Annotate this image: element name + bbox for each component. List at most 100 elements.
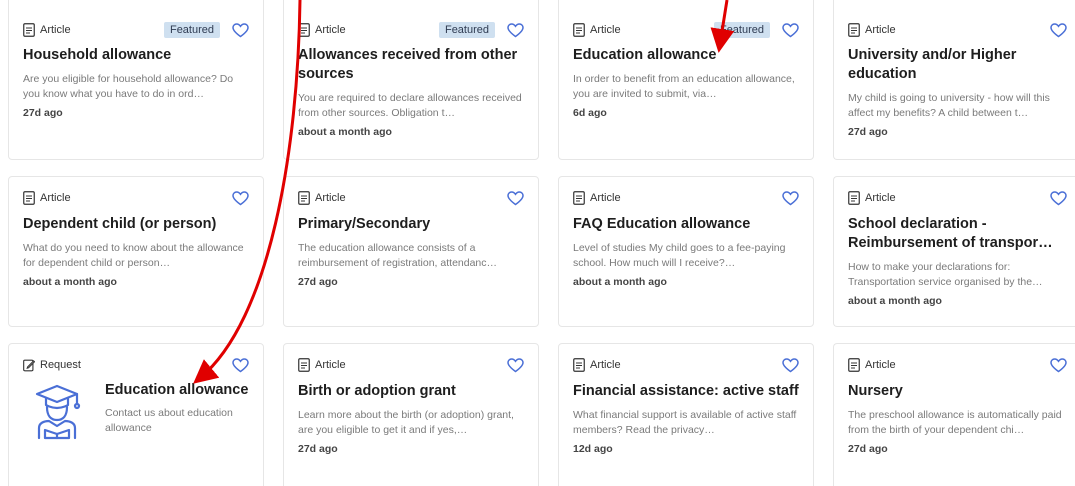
card-birth-adoption-grant[interactable]: Article Birth or adoption grant Learn mo… (283, 343, 539, 486)
card-university-higher-education[interactable]: Article University and/or Higher educati… (833, 0, 1075, 160)
card-header: Article (298, 189, 524, 207)
featured-badge: Featured (713, 22, 770, 38)
card-title[interactable]: Financial assistance: active staff (573, 382, 799, 401)
card-header: Article (848, 21, 1069, 39)
request-edit-icon (23, 358, 35, 372)
article-icon (573, 23, 585, 37)
card-header: Article (298, 356, 524, 374)
card-header: Article (848, 189, 1069, 207)
card-body: School declaration - Reimbursement of tr… (848, 215, 1069, 309)
card-primary-secondary[interactable]: Article Primary/Secondary The education … (283, 176, 539, 327)
favorite-heart-icon[interactable] (1050, 22, 1067, 38)
card-household-allowance[interactable]: Article Featured Household allowance Are… (8, 0, 264, 160)
card-type-label: Request (40, 359, 81, 371)
card-body: Household allowance Are you eligible for… (23, 46, 249, 121)
card-description: Contact us about education allowance (105, 407, 233, 434)
card-title[interactable]: Education allowance (105, 380, 249, 400)
card-title[interactable]: University and/or Higher education (848, 46, 1069, 84)
card-body: University and/or Higher education My ch… (848, 46, 1069, 140)
card-dependent-child[interactable]: Article Dependent child (or person) What… (8, 176, 264, 327)
card-grid: Article Featured Household allowance Are… (8, 0, 1075, 486)
card-type-label: Article (590, 24, 621, 36)
card-date: 27d ago (298, 443, 338, 455)
card-title[interactable]: Dependent child (or person) (23, 215, 249, 234)
card-body: Dependent child (or person) What do you … (23, 215, 249, 290)
card-type-label: Article (315, 192, 346, 204)
card-request-education-allowance[interactable]: Request Education allowance Contact us a… (8, 343, 264, 486)
card-header: Article (848, 356, 1069, 374)
article-icon (298, 191, 310, 205)
card-description: The preschool allowance is automatically… (848, 409, 1062, 436)
favorite-heart-icon[interactable] (507, 190, 524, 206)
card-date: 6d ago (573, 107, 607, 119)
request-text: Education allowance Contact us about edu… (105, 380, 249, 440)
card-school-declaration[interactable]: Article School declaration - Reimburseme… (833, 176, 1075, 327)
card-type-label: Article (315, 359, 346, 371)
card-title[interactable]: Nursery (848, 382, 1069, 401)
favorite-heart-icon[interactable] (1050, 357, 1067, 373)
card-header: Article (573, 189, 799, 207)
favorite-heart-icon[interactable] (1050, 190, 1067, 206)
card-date: about a month ago (848, 295, 942, 307)
favorite-heart-icon[interactable] (507, 22, 524, 38)
card-type-label: Article (40, 24, 71, 36)
card-body: Primary/Secondary The education allowanc… (298, 215, 524, 290)
favorite-heart-icon[interactable] (782, 190, 799, 206)
card-title[interactable]: Education allowance (573, 46, 799, 65)
card-education-allowance[interactable]: Article Featured Education allowance In … (558, 0, 814, 160)
card-description: How to make your declarations for: Trans… (848, 261, 1043, 288)
article-icon (573, 358, 585, 372)
card-type-label: Article (865, 192, 896, 204)
article-icon (573, 191, 585, 205)
card-body: Nursery The preschool allowance is autom… (848, 382, 1069, 457)
card-description: In order to benefit from an education al… (573, 73, 795, 100)
card-body: Allowances received from other sources Y… (298, 46, 524, 140)
card-date: 27d ago (848, 443, 888, 455)
favorite-heart-icon[interactable] (232, 190, 249, 206)
card-body: Financial assistance: active staff What … (573, 382, 799, 457)
card-header: Request (23, 356, 249, 374)
card-date: about a month ago (23, 276, 117, 288)
card-faq-education-allowance[interactable]: Article FAQ Education allowance Level of… (558, 176, 814, 327)
card-title[interactable]: FAQ Education allowance (573, 215, 799, 234)
graduate-student-icon (29, 380, 85, 440)
request-body: Education allowance Contact us about edu… (23, 380, 249, 440)
card-description: Level of studies My child goes to a fee-… (573, 242, 786, 269)
featured-badge: Featured (163, 22, 220, 38)
card-description: What do you need to know about the allow… (23, 242, 244, 269)
card-body: Birth or adoption grant Learn more about… (298, 382, 524, 457)
card-date: 27d ago (23, 107, 63, 119)
featured-badge: Featured (438, 22, 495, 38)
card-date: 12d ago (573, 443, 613, 455)
card-header: Article Featured (23, 21, 249, 39)
card-header: Article (23, 189, 249, 207)
card-nursery[interactable]: Article Nursery The preschool allowance … (833, 343, 1075, 486)
favorite-heart-icon[interactable] (232, 357, 249, 373)
card-title[interactable]: Household allowance (23, 46, 249, 65)
card-title[interactable]: Primary/Secondary (298, 215, 524, 234)
card-header: Article Featured (298, 21, 524, 39)
article-icon (298, 358, 310, 372)
card-description: You are required to declare allowances r… (298, 92, 522, 119)
card-header: Article (573, 356, 799, 374)
card-title[interactable]: School declaration - Reimbursement of tr… (848, 215, 1069, 253)
card-financial-assistance[interactable]: Article Financial assistance: active sta… (558, 343, 814, 486)
article-icon (848, 23, 860, 37)
card-title[interactable]: Birth or adoption grant (298, 382, 524, 401)
favorite-heart-icon[interactable] (232, 22, 249, 38)
article-icon (848, 191, 860, 205)
card-type-label: Article (40, 192, 71, 204)
card-description: My child is going to university - how wi… (848, 92, 1050, 119)
card-date: about a month ago (298, 126, 392, 138)
article-icon (848, 358, 860, 372)
card-body: Education allowance In order to benefit … (573, 46, 799, 121)
favorite-heart-icon[interactable] (507, 357, 524, 373)
favorite-heart-icon[interactable] (782, 357, 799, 373)
favorite-heart-icon[interactable] (782, 22, 799, 38)
card-description: Learn more about the birth (or adoption)… (298, 409, 514, 436)
article-icon (298, 23, 310, 37)
card-allowances-other-sources[interactable]: Article Featured Allowances received fro… (283, 0, 539, 160)
card-header: Article Featured (573, 21, 799, 39)
card-type-label: Article (865, 24, 896, 36)
card-title[interactable]: Allowances received from other sources (298, 46, 524, 84)
